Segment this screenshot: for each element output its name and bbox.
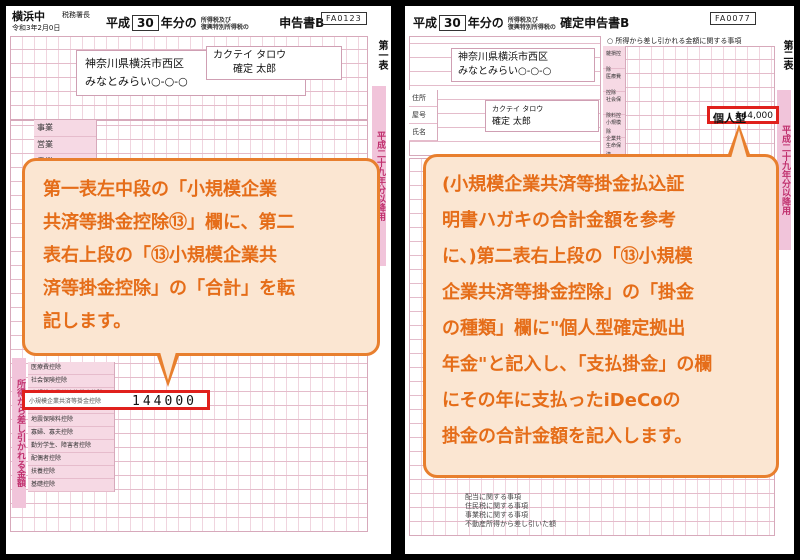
right-explanation-callout: (小規模企業共済等掛金払込証 明書ハガキの合計金額を参考 に、)第二表右上段の「… xyxy=(423,154,779,478)
deduction-section-header: ○ 所得から差し引かれる金額に関する事項 xyxy=(607,37,742,45)
form-title-end-2: 確定申告書B xyxy=(560,16,630,30)
year-box-2: 30 xyxy=(439,15,466,31)
left-name-block: カクテイ タロウ 確定 太郎 xyxy=(206,46,342,80)
small-business-deduction-highlight: 小規模企業共済等掛金控除 144000 xyxy=(22,390,210,410)
form-code-2: FA0077 xyxy=(710,12,756,25)
submission-date: 令和3年2月0日 xyxy=(12,24,61,32)
era-label: 平成 xyxy=(106,16,131,30)
tax-office-suffix: 税務署長 xyxy=(62,11,90,19)
left-form-header: 横浜中 税務署長 令和3年2月0日 平成 30 年分の 所得税及び 復興特別所得税の … xyxy=(6,6,391,36)
taxpayer-name-2: 確定 太郎 xyxy=(492,117,531,127)
tax-office: 横浜中 xyxy=(12,10,45,23)
right-form-page: 平成 30 年分の 所得税及び 復興特別所得税の 確定申告書B FA0077 住所 屋… xyxy=(405,6,794,554)
deduction-section-bar: 所得から差し引かれる金額 xyxy=(12,358,26,508)
left-explanation-callout: 第一表左中段の「小規模企業 共済等掛金控除⑬」欄に、第二 表右上段の「⑬小規模企… xyxy=(22,158,380,356)
taxpayer-name: 確定 太郎 xyxy=(233,64,277,75)
tax-type-small-2: 所得税及び 復興特別所得税の xyxy=(507,16,556,31)
left-form-page: 横浜中 税務署長 令和3年2月0日 平成 30 年分の 所得税及び 復興特別所得税の … xyxy=(6,6,391,554)
era-label-2: 平成 xyxy=(413,16,438,30)
right-form-header: 平成 30 年分の 所得税及び 復興特別所得税の 確定申告書B FA0077 xyxy=(405,6,794,36)
address-line-2-2: みなとみらい○-○-○ xyxy=(458,66,552,77)
name-furigana: カクテイ タロウ xyxy=(213,50,287,61)
right-name-block: カクテイ タロウ 確定 太郎 xyxy=(485,100,599,132)
sheet-label-1: 第一表 xyxy=(376,40,387,70)
right-address-labels: 住所 屋号 氏名 xyxy=(409,90,438,141)
right-deduction-labels: 雑損控除 医療費控除 社会保険料控除 小規模企業共済 生命保険料控除 xyxy=(603,46,626,181)
right-callout-tail xyxy=(731,130,747,158)
small-business-deduction-value: 144000 xyxy=(132,394,197,409)
year-usage-bar-2: 平成二十九年分以降用 xyxy=(777,90,791,250)
form-title-end: 申告書B xyxy=(279,16,325,30)
sheet-label-2: 第二表 xyxy=(781,40,792,70)
title-suffix: 年分の xyxy=(160,16,197,30)
title-suffix-2: 年分の xyxy=(467,16,504,30)
highlight-row-label: 小規模企業共済等掛金控除 xyxy=(29,398,102,405)
form-title-2: 平成 30 年分の 所得税及び 復興特別所得税の 確定申告書B xyxy=(413,14,629,31)
year-box: 30 xyxy=(132,15,159,31)
form-code: FA0123 xyxy=(321,12,367,25)
left-callout-tail xyxy=(160,352,176,380)
address-line-1-2: 神奈川県横浜市西区 xyxy=(458,52,548,63)
tax-type-small: 所得税及び 復興特別所得税の xyxy=(200,16,249,31)
right-bottom-rows: 配当に関する事項 住民税に関する事項 事業税に関する事項 不動産所得から差し引い… xyxy=(465,493,556,528)
pension-type-highlight: 個人型 144,000 xyxy=(707,106,779,125)
right-address-block: 神奈川県横浜市西区 みなとみらい○-○-○ xyxy=(451,48,595,82)
pension-type-amount: 144,000 xyxy=(735,111,773,121)
form-title: 平成 30 年分の 所得税及び 復興特別所得税の 申告書B xyxy=(106,14,324,31)
name-furigana-2: カクテイ タロウ xyxy=(492,105,544,113)
deduction-row-labels: 医療費控除 社会保険控除 小規模企業共済等掛金控除 生命保険料控除 地震保険料控… xyxy=(28,362,115,492)
